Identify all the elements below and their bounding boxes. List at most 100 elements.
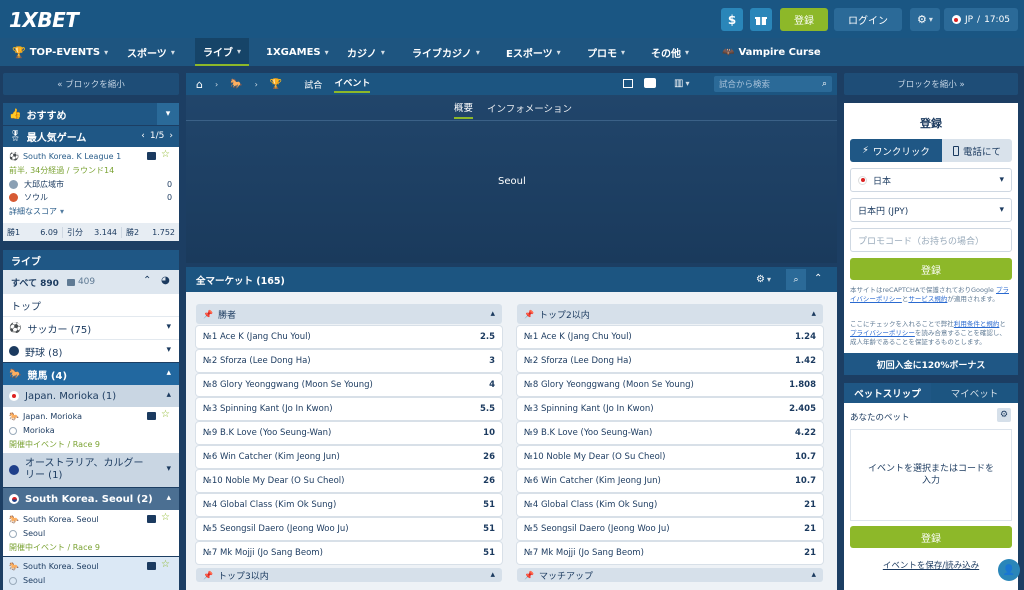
nav-live[interactable]: ライブ ▾ [195, 38, 250, 66]
nav-promo[interactable]: プロモ ▾ [587, 38, 625, 66]
all-live-count[interactable]: すべて 890 [11, 276, 59, 289]
market-header[interactable]: 📌 勝者 ▴ [196, 304, 502, 324]
pin-icon[interactable]: 📌 [524, 571, 534, 580]
gear-icon[interactable]: ⚙ [997, 408, 1011, 422]
market-outcome[interactable]: №6 Win Catcher (Kim Jeong Jun) 10.7 [517, 470, 823, 492]
chevron-up-icon[interactable]: ▴ [490, 309, 495, 319]
nav-sports[interactable]: スポーツ ▾ [127, 38, 175, 66]
pin-icon[interactable]: 📌 [203, 310, 213, 319]
star-icon[interactable]: ☆ [161, 512, 170, 523]
market-outcome[interactable]: №1 Ace K (Jang Chu Youl) 1.24 [517, 326, 823, 348]
sidebar-item-baseball[interactable]: 野球 (8) ▾ [3, 339, 179, 362]
home-icon[interactable]: ⌂ [196, 78, 203, 91]
double-chevron-up-icon[interactable]: ⌃ [143, 275, 151, 286]
first-deposit-bonus-banner[interactable]: 初回入金に120%ボーナス [844, 353, 1018, 375]
tab-overview[interactable]: 概要 [454, 100, 474, 119]
pin-icon[interactable]: 📌 [203, 571, 213, 580]
favorites-header[interactable]: 👍 おすすめ ▾ [3, 103, 179, 125]
market-outcome[interactable]: №5 Seongsil Daero (Jeong Woo Ju) 21 [517, 518, 823, 540]
market-outcome[interactable]: №4 Global Class (Kim Ok Sung) 21 [517, 494, 823, 516]
sidebar-item-soccer[interactable]: ⚽ サッカー (75) ▾ [3, 316, 179, 339]
search-icon[interactable]: ⌕ [822, 79, 827, 89]
settings-button[interactable]: ⚙ ▾ [910, 8, 940, 31]
odd-win1[interactable]: 勝1 6.09 [3, 227, 62, 238]
site-logo[interactable]: 1XBET [9, 8, 79, 32]
globe-icon[interactable]: ◕ [161, 275, 170, 286]
market-outcome[interactable]: №4 Global Class (Kim Ok Sung) 51 [196, 494, 502, 516]
odd-draw[interactable]: 引分 3.144 [62, 226, 121, 238]
market-outcome[interactable]: №10 Noble My Dear (O Su Cheol) 10.7 [517, 446, 823, 468]
tab-matches[interactable]: 試合 [304, 78, 322, 91]
screen-icon[interactable] [623, 79, 633, 88]
market-outcome[interactable]: №8 Glory Yeonggwang (Moon Se Young) 4 [196, 374, 502, 396]
market-outcome[interactable]: №7 Mk Mojji (Jo Sang Beom) 21 [517, 542, 823, 564]
pin-icon[interactable]: 📌 [524, 310, 534, 319]
locale-time-button[interactable]: JP / 17:05 [944, 8, 1018, 31]
save-load-events-link[interactable]: イベントを保存/読み込み [844, 559, 1018, 571]
live-event-seoul-2[interactable]: 🐎 South Korea. Seoul ☆ Seoul [3, 557, 179, 590]
horse-icon[interactable]: 🐎 [230, 79, 242, 90]
video-icon[interactable] [147, 515, 156, 523]
detailed-score-link[interactable]: 詳細なスコア ▾ [9, 205, 187, 218]
market-outcome[interactable]: №3 Spinning Kant (Jo In Kwon) 5.5 [196, 398, 502, 420]
play-video-icon[interactable] [644, 78, 656, 88]
star-icon[interactable]: ☆ [161, 409, 170, 420]
live-event-morioka[interactable]: 🐎 Japan. Morioka ☆ Morioka 開催中イベント / Race… [3, 407, 179, 453]
collapse-all-icon[interactable]: ⌃ [814, 273, 822, 284]
market-outcome[interactable]: №2 Sforza (Lee Dong Ha) 3 [196, 350, 502, 372]
video-icon[interactable] [147, 152, 156, 160]
sidebar-item-horse-racing[interactable]: 🐎 競馬 (4) ▴ [3, 363, 179, 385]
market-header[interactable]: 📌 トップ3以内 ▴ [196, 568, 502, 582]
odd-win2[interactable]: 勝2 1.752 [121, 226, 179, 238]
chevron-left-icon[interactable]: ‹ [141, 131, 145, 141]
support-chat-icon[interactable]: 👤 [998, 559, 1020, 581]
chevron-up-icon[interactable]: ▴ [490, 570, 495, 580]
gift-button[interactable] [750, 8, 772, 31]
currency-select[interactable]: 日本円 (JPY) ▾ [850, 198, 1012, 222]
stats-button[interactable]: ▥ ▾ [674, 78, 689, 89]
market-outcome[interactable]: №3 Spinning Kant (Jo In Kwon) 2.405 [517, 398, 823, 420]
market-header[interactable]: 📌 トップ2以内 ▴ [517, 304, 823, 324]
market-outcome[interactable]: №9 B.K Love (Yoo Seung-Wan) 4.22 [517, 422, 823, 444]
nav-casino[interactable]: カジノ ▾ [347, 38, 385, 66]
nav-top-events[interactable]: 🏆 TOP-EVENTS ▾ [12, 38, 108, 66]
video-icon[interactable] [147, 562, 156, 570]
sidebar-item-australia-kalgoorlie[interactable]: オーストラリア、カルグーリー (1) ▾ [3, 453, 179, 487]
nav-1xgames[interactable]: 1XGAMES ▾ [266, 38, 329, 66]
market-outcome[interactable]: №10 Noble My Dear (O Su Cheol) 26 [196, 470, 502, 492]
right-collapse-button[interactable]: ブロックを縮小 » [844, 73, 1018, 95]
chevron-up-icon[interactable]: ▴ [811, 570, 816, 580]
login-button[interactable]: ログイン [834, 8, 902, 31]
market-outcome[interactable]: №8 Glory Yeonggwang (Moon Se Young) 1.808 [517, 374, 823, 396]
live-event-seoul-1[interactable]: 🐎 South Korea. Seoul ☆ Seoul 開催中イベント / Ra… [3, 510, 179, 556]
betslip-register-button[interactable]: 登録 [850, 526, 1012, 548]
deposit-button[interactable]: $ [721, 8, 743, 31]
market-outcome[interactable]: №5 Seongsil Daero (Jeong Woo Ju) 51 [196, 518, 502, 540]
market-outcome[interactable]: №9 B.K Love (Yoo Seung-Wan) 10 [196, 422, 502, 444]
market-outcome[interactable]: №7 Mk Mojji (Jo Sang Beom) 51 [196, 542, 502, 564]
nav-vampire-curse[interactable]: 🦇 Vampire Curse [722, 38, 821, 66]
market-outcome[interactable]: №6 Win Catcher (Kim Jeong Jun) 26 [196, 446, 502, 468]
tab-events[interactable]: イベント [334, 76, 371, 93]
tab-one-click[interactable]: ⚡ ワンクリック [850, 139, 942, 162]
nav-esports[interactable]: Eスポーツ ▾ [506, 38, 561, 66]
nav-live-casino[interactable]: ライブカジノ ▾ [412, 38, 480, 66]
match-search-input[interactable]: 試合から検索 ⌕ [714, 76, 832, 92]
register-button[interactable]: 登録 [780, 8, 828, 31]
tab-information[interactable]: インフォメーション [487, 101, 572, 118]
market-outcome[interactable]: №1 Ace K (Jang Chu Youl) 2.5 [196, 326, 502, 348]
sidebar-item-south-korea-seoul[interactable]: South Korea. Seoul (2) ▴ [3, 488, 179, 510]
chevron-down-icon[interactable]: ▾ [157, 103, 179, 125]
market-search-button[interactable]: ⌕ [786, 269, 806, 290]
sidebar-item-top[interactable]: トップ [11, 298, 41, 313]
left-collapse-button[interactable]: « ブロックを縮小 [3, 73, 179, 95]
tab-betslip[interactable]: ベットスリップ [844, 383, 931, 403]
nav-more[interactable]: その他 ▾ [651, 38, 689, 66]
market-outcome[interactable]: №2 Sforza (Lee Dong Ha) 1.42 [517, 350, 823, 372]
star-icon[interactable]: ☆ [161, 149, 170, 160]
register-submit-button[interactable]: 登録 [850, 258, 1012, 280]
market-settings-button[interactable]: ⚙ ▾ [756, 274, 771, 285]
chevron-up-icon[interactable]: ▴ [811, 309, 816, 319]
promo-code-input[interactable]: プロモコード（お持ちの場合） [850, 228, 1012, 252]
tab-my-bets[interactable]: マイベット [931, 383, 1018, 403]
